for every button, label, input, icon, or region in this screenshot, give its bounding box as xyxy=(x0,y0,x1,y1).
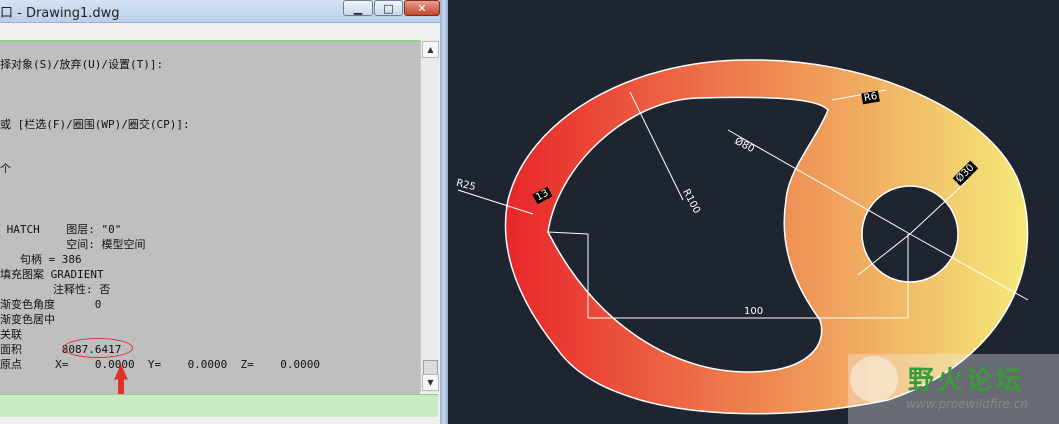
title-bar: 口 - Drawing1.dwg ▁ □ ✕ xyxy=(0,0,448,23)
maximize-button[interactable]: □ xyxy=(374,0,403,16)
scroll-down-icon[interactable]: ▼ xyxy=(422,374,439,391)
command-history: 择对象(S)/放弃(U)/设置(T)]: 或 [栏选(F)/圈围(WP)/圈交(… xyxy=(0,40,420,394)
history-line: 渐变色角度 0 xyxy=(0,298,102,311)
window-title: 口 - Drawing1.dwg xyxy=(0,6,120,21)
watermark-url: www.proewildfire.cn xyxy=(906,397,1028,411)
dim-100: 100 xyxy=(744,306,764,317)
history-line: 渐变色居中 xyxy=(0,313,55,326)
history-line: HATCH 图层: "0" xyxy=(0,223,122,236)
history-line: 择对象(S)/放弃(U)/设置(T)]: xyxy=(0,58,164,71)
scroll-up-icon[interactable]: ▲ xyxy=(422,41,439,58)
highlight-ellipse xyxy=(63,338,133,358)
history-line: 填充图案 GRADIENT xyxy=(0,268,104,281)
close-button[interactable]: ✕ xyxy=(404,0,440,16)
command-window: 口 - Drawing1.dwg ▁ □ ✕ 择对象(S)/放弃(U)/设置(T… xyxy=(0,0,448,424)
origin-line: 原点 X= 0.0000 Y= 0.0000 Z= 0.0000 xyxy=(0,358,321,371)
history-line: 或 [栏选(F)/圈围(WP)/圈交(CP)]: xyxy=(0,118,190,131)
history-line: 关联 xyxy=(0,328,22,341)
history-line: 个 xyxy=(0,162,11,175)
history-line: 注释性: 否 xyxy=(0,283,111,296)
minimize-button[interactable]: ▁ xyxy=(343,0,373,16)
command-input[interactable] xyxy=(0,394,438,417)
history-line: 空间: 模型空间 xyxy=(0,238,146,251)
watermark-site-name: 野火论坛 xyxy=(908,366,1025,396)
drawing-canvas[interactable]: R25 13 R100 Ø80 R6 Ø30 100 野火论坛 www.proe… xyxy=(448,0,1059,424)
watermark-logo-icon xyxy=(850,356,898,402)
history-line: 句柄 = 386 xyxy=(0,253,82,266)
scrollbar[interactable]: ▲ ▼ xyxy=(420,40,439,392)
window-divider xyxy=(440,0,448,424)
